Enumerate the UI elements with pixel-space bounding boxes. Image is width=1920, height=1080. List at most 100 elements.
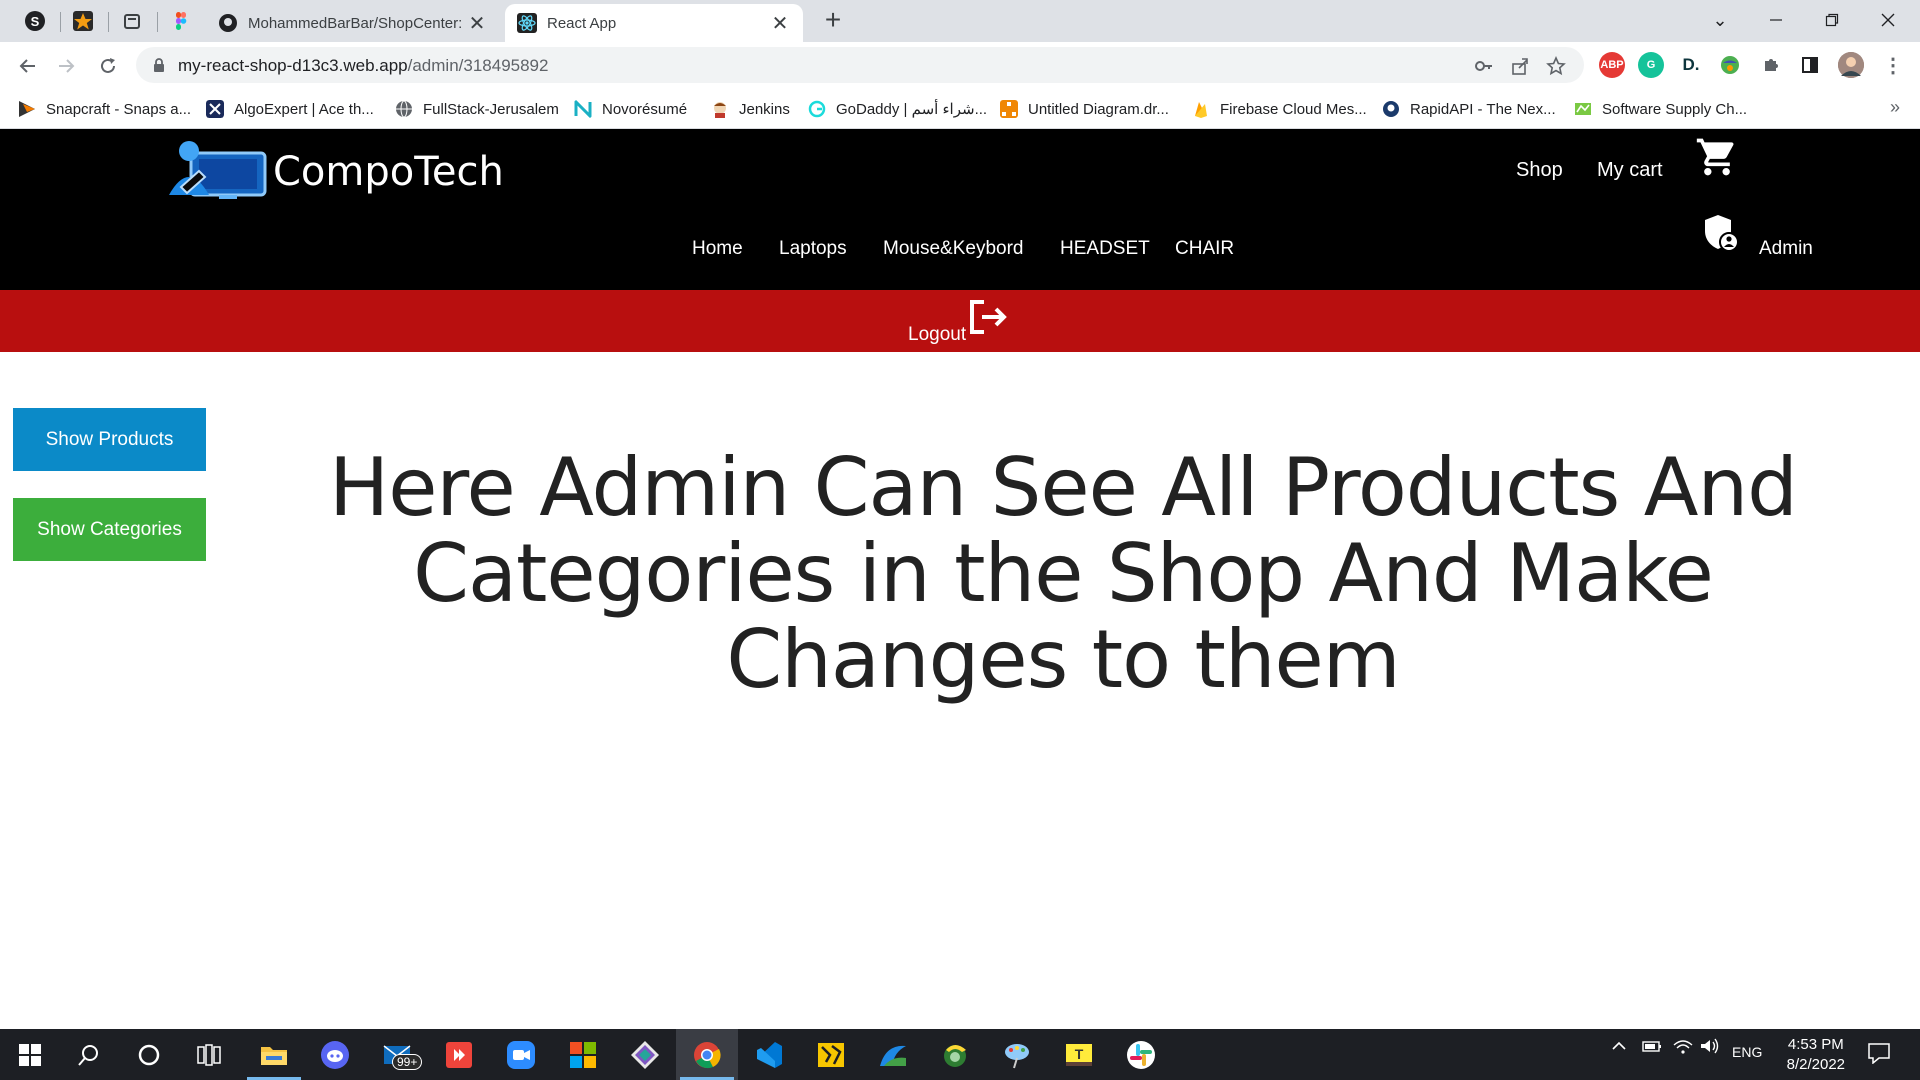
restore-icon[interactable] [1804, 0, 1860, 40]
tab-title: React App [547, 14, 617, 32]
pinned-tab-notes[interactable] [112, 5, 152, 37]
nav-home[interactable]: Home [692, 238, 743, 260]
bookmark-novoresume[interactable]: Novorésumé [574, 97, 687, 121]
tab-search-icon[interactable]: ⌄ [1692, 0, 1748, 40]
bookmark-firebase[interactable]: Firebase Cloud Mes... [1192, 97, 1367, 121]
dashlane-icon[interactable]: D. [1678, 52, 1704, 78]
grammarly-icon[interactable]: G [1638, 52, 1664, 78]
bookmark-jenkins[interactable]: Jenkins [711, 97, 790, 121]
show-products-button[interactable]: Show Products [13, 408, 206, 471]
typora-icon[interactable]: T [1057, 1035, 1101, 1075]
bookmark-label: Novorésumé [602, 100, 688, 118]
logout-bar: Logout [0, 290, 1920, 352]
windows-taskbar: 99+ T ENG 4:53 PM 8/2/2022 [0, 1029, 1920, 1080]
logout-icon[interactable] [968, 298, 1010, 336]
globe-extension-icon[interactable] [1717, 52, 1743, 78]
chrome-icon[interactable] [685, 1035, 729, 1075]
input-language[interactable]: ENG [1732, 1044, 1762, 1060]
paint-app-icon[interactable] [995, 1035, 1039, 1075]
rapidapi-icon [1383, 101, 1399, 117]
close-tab-icon[interactable]: ✕ [466, 11, 488, 36]
nav-mouse-keyboard[interactable]: Mouse&Keybord [883, 238, 1023, 260]
discord-icon[interactable] [313, 1035, 357, 1075]
file-explorer-icon[interactable] [252, 1035, 296, 1075]
new-tab-button[interactable]: + [818, 6, 848, 36]
bookmark-label: RapidAPI - The Nex... [1410, 100, 1556, 118]
figma-icon [176, 12, 187, 30]
url-text: my-react-shop-d13c3.web.app/admin/318495… [178, 56, 548, 76]
bookmark-label: Software Supply Ch... [1602, 100, 1748, 118]
windows-start-icon[interactable] [8, 1035, 52, 1075]
adblock-icon[interactable]: ABP [1599, 52, 1625, 78]
side-panel-icon[interactable] [1797, 52, 1823, 78]
bookmark-fullstack[interactable]: FullStack-Jerusalem [395, 97, 559, 121]
slack-icon[interactable] [1119, 1035, 1163, 1075]
shopping-cart-icon[interactable] [1695, 135, 1739, 179]
notifications-icon[interactable] [1867, 1042, 1891, 1069]
forward-arrow-icon[interactable] [50, 50, 82, 82]
share-icon[interactable] [1510, 56, 1530, 76]
puzzle-extensions-icon[interactable] [1758, 52, 1784, 78]
close-tab-icon[interactable]: ✕ [769, 11, 791, 36]
star-app-icon [73, 11, 93, 31]
task-view-icon[interactable] [187, 1035, 231, 1075]
browser-toolbar: my-react-shop-d13c3.web.app/admin/318495… [0, 42, 1920, 89]
compotech-logo[interactable] [163, 137, 269, 201]
bookmark-rapidapi[interactable]: RapidAPI - The Nex... [1382, 97, 1556, 121]
profile-avatar[interactable] [1838, 52, 1864, 78]
wifi-icon[interactable] [1672, 1037, 1694, 1060]
key-icon[interactable] [1474, 56, 1494, 76]
my-cart-link[interactable]: My cart [1597, 159, 1663, 182]
admin-link[interactable]: Admin [1759, 238, 1813, 260]
tab-github[interactable]: MohammedBarBar/ShopCenter: ✕ [206, 4, 500, 42]
bookmark-label: Untitled Diagram.dr... [1028, 100, 1169, 118]
bookmark-snapcraft[interactable]: Snapcraft - Snaps a... [18, 97, 191, 121]
back-arrow-icon[interactable] [12, 50, 44, 82]
close-window-icon[interactable] [1860, 0, 1916, 40]
nav-laptops[interactable]: Laptops [779, 238, 847, 260]
battery-icon[interactable] [1641, 1037, 1663, 1060]
pinned-tab-figma[interactable] [161, 5, 201, 37]
logout-link[interactable]: Logout [908, 324, 966, 346]
bookmarks-bar: Snapcraft - Snaps a... AlgoExpert | Ace … [0, 89, 1920, 129]
address-bar[interactable]: my-react-shop-d13c3.web.app/admin/318495… [136, 47, 1584, 83]
browser-tab-strip: S MohammedBarBar/ShopCenter: ✕ React App… [0, 0, 1920, 42]
novoresume-icon [574, 100, 592, 118]
bookmark-software-supply[interactable]: Software Supply Ch... [1574, 97, 1747, 121]
tab-title: MohammedBarBar/ShopCenter: [248, 14, 463, 32]
cortana-icon[interactable] [127, 1035, 171, 1075]
tab-separator [157, 12, 158, 32]
brand-name[interactable]: CompoTech [273, 149, 504, 195]
admin-shield-icon[interactable] [1703, 213, 1739, 253]
vscode-icon[interactable] [747, 1035, 791, 1075]
bookmark-godaddy[interactable]: GoDaddy | شراء أسم... [808, 97, 987, 121]
system-clock[interactable]: 4:53 PM 8/2/2022 [1787, 1035, 1845, 1075]
puzzle-app-icon[interactable] [809, 1035, 853, 1075]
reload-icon[interactable] [92, 50, 124, 82]
pinned-tab-star[interactable] [63, 5, 103, 37]
minimize-icon[interactable] [1748, 0, 1804, 40]
bookmark-drawio[interactable]: Untitled Diagram.dr... [1000, 97, 1169, 121]
github-icon [219, 14, 237, 32]
bookmark-algoexpert[interactable]: AlgoExpert | Ace th... [206, 97, 374, 121]
nav-headset[interactable]: HEADSET [1060, 238, 1150, 260]
git-tool-icon[interactable] [623, 1035, 667, 1075]
zoom-icon[interactable] [499, 1035, 543, 1075]
bookmarks-overflow-icon[interactable]: » [1890, 97, 1900, 118]
show-categories-button[interactable]: Show Categories [13, 498, 206, 561]
volume-icon[interactable] [1699, 1037, 1721, 1060]
notes-icon [124, 14, 140, 29]
pinned-tab-skype[interactable]: S [15, 5, 55, 37]
nav-chair[interactable]: CHAIR [1175, 238, 1234, 260]
shop-link[interactable]: Shop [1516, 159, 1563, 182]
globe-app-icon[interactable] [933, 1035, 977, 1075]
anydesk-icon[interactable] [437, 1035, 481, 1075]
search-icon[interactable] [67, 1035, 111, 1075]
tab-react-app[interactable]: React App ✕ [505, 4, 803, 42]
bookmark-label: Snapcraft - Snaps a... [46, 100, 192, 118]
wave-app-icon[interactable] [871, 1035, 915, 1075]
office-app-icon[interactable] [561, 1035, 605, 1075]
bookmark-star-icon[interactable] [1546, 55, 1566, 76]
menu-kebab-icon[interactable]: ⋮ [1880, 52, 1906, 78]
tray-overflow-icon[interactable] [1610, 1037, 1628, 1060]
